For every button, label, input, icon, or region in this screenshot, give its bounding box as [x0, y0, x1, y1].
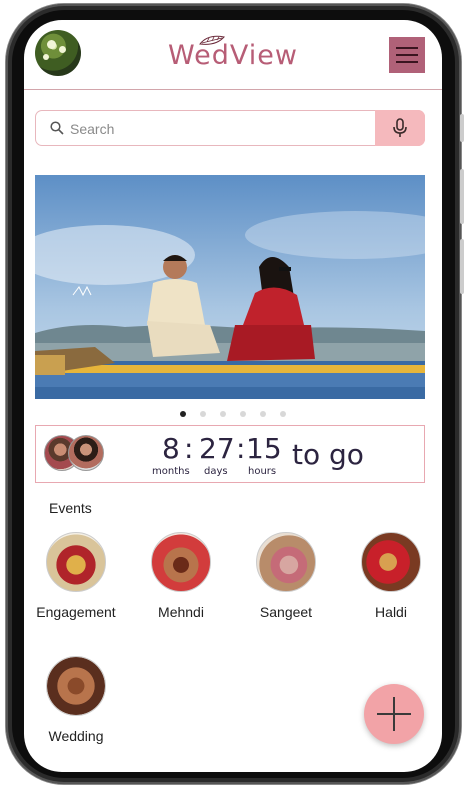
event-haldi[interactable]: Haldi: [346, 532, 436, 620]
event-mehndi[interactable]: Mehndi: [136, 532, 226, 620]
countdown-months: 8: [162, 432, 180, 465]
countdown-hours-label: hours: [248, 466, 277, 477]
carousel-dot[interactable]: [200, 411, 206, 417]
carousel-indicators: [24, 404, 442, 417]
app-title: WedView: [168, 40, 298, 71]
microphone-icon: [393, 118, 407, 137]
couple-photo: [35, 175, 425, 399]
wedding-image: [46, 656, 106, 716]
carousel-dot[interactable]: [240, 411, 246, 417]
countdown-suffix: to go: [292, 438, 364, 471]
wedding-countdown: 8 : 27 : 15 months days hours to go: [35, 425, 425, 483]
countdown-separator: :: [236, 432, 246, 465]
events-heading: Events: [49, 500, 92, 516]
countdown-days: 27: [199, 432, 235, 465]
phone-volume-down: [460, 239, 464, 294]
countdown-separator: :: [184, 432, 194, 465]
phone-volume-up: [460, 169, 464, 224]
microphone-button[interactable]: [375, 110, 425, 146]
event-wedding[interactable]: Wedding: [31, 656, 121, 744]
phone-side-button: [460, 114, 464, 142]
hamburger-menu-icon: [396, 47, 418, 49]
event-label: Engagement: [36, 604, 116, 620]
search-icon: [50, 121, 64, 135]
app-header: WedView: [24, 20, 442, 90]
event-label: Mehndi: [158, 604, 204, 620]
add-button[interactable]: [364, 684, 424, 744]
carousel-dot[interactable]: [260, 411, 266, 417]
event-label: Wedding: [48, 728, 104, 744]
engagement-image: [46, 532, 106, 592]
search-input[interactable]: [70, 117, 370, 141]
app-screen: WedView Search 8: 27: 15 months days h…: [24, 20, 442, 772]
hero-carousel-image[interactable]: [35, 175, 425, 399]
mehndi-image: [151, 532, 211, 592]
menu-button[interactable]: [389, 37, 425, 73]
countdown-days-label: days: [204, 466, 228, 477]
haldi-image: [361, 532, 421, 592]
event-label: Sangeet: [259, 604, 313, 620]
countdown-hours: 15: [246, 432, 282, 465]
carousel-dot[interactable]: [220, 411, 226, 417]
event-engagement[interactable]: Engagement: [31, 532, 121, 620]
search-bar[interactable]: [35, 110, 425, 146]
carousel-dot[interactable]: [280, 411, 286, 417]
event-sangeet[interactable]: Sangeet: [241, 532, 331, 620]
sangeet-image: [256, 532, 316, 592]
countdown-months-label: months: [152, 466, 190, 477]
groom-avatar: [68, 435, 104, 471]
carousel-dot[interactable]: [180, 411, 186, 417]
event-label: Haldi: [375, 604, 407, 620]
